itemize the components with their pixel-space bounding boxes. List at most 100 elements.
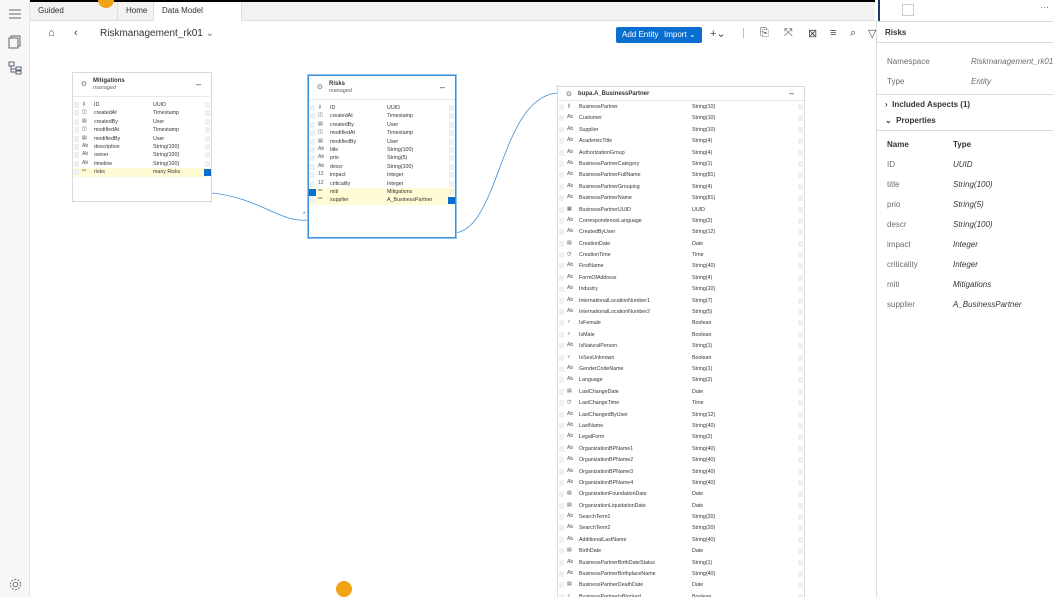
- attribute-row[interactable]: ⚯ risks many Risks: [73, 168, 211, 177]
- attribute-row[interactable]: Ab BusinessPartnerName String(81): [558, 194, 804, 205]
- property-name[interactable]: title: [887, 180, 899, 189]
- attribute-row[interactable]: ▤ createdBy User: [309, 121, 455, 129]
- attribute-row[interactable]: Ab description String(100): [73, 143, 211, 151]
- layout-icon[interactable]: ⊠: [808, 27, 817, 40]
- property-name[interactable]: descr: [887, 220, 907, 229]
- attribute-row[interactable]: Ab AdditionalLastName String(40): [558, 536, 804, 547]
- property-name[interactable]: ID: [887, 160, 895, 169]
- settings-gear-icon[interactable]: [5, 574, 25, 594]
- panel-icon[interactable]: [902, 4, 914, 16]
- list-icon[interactable]: ≡: [830, 27, 836, 39]
- attribute-row[interactable]: ▤ modifiedBy User: [73, 135, 211, 143]
- attribute-row[interactable]: ▤ OrganizationLiquidationDate Date: [558, 502, 804, 513]
- attribute-row[interactable]: Ab OrganizationBPName3 String(40): [558, 468, 804, 479]
- property-name[interactable]: impact: [887, 240, 911, 249]
- attribute-row[interactable]: Ab AuthorizationGroup String(4): [558, 149, 804, 160]
- attribute-row[interactable]: Ab SearchTerm1 String(20): [558, 513, 804, 524]
- attribute-row[interactable]: ▤ CreationDate Date: [558, 240, 804, 251]
- attribute-row[interactable]: Ab SearchTerm2 String(20): [558, 524, 804, 535]
- attribute-row[interactable]: ⚷ BusinessPartner String(10): [558, 103, 804, 114]
- attribute-row[interactable]: ✓ IsSexUnknown Boolean: [558, 354, 804, 365]
- property-name[interactable]: supplier: [887, 300, 915, 309]
- entity-mitigations[interactable]: ⊙ Mitigations managed – ⚷ ID UUID ◫ createdA…: [72, 72, 212, 202]
- collapse-button[interactable]: –: [789, 88, 794, 98]
- attribute-row[interactable]: Ab LastName String(40): [558, 422, 804, 433]
- attribute-row[interactable]: Ab AcademicTitle String(4): [558, 137, 804, 148]
- breadcrumb[interactable]: Riskmanagement_rk01 ⌄: [100, 28, 214, 39]
- attribute-row[interactable]: Ab BusinessPartnerGrouping String(4): [558, 183, 804, 194]
- attribute-row[interactable]: 12 criticality Integer: [309, 180, 455, 188]
- attribute-row[interactable]: Ab InternationalLocationNumber1 String(7): [558, 297, 804, 308]
- attribute-row[interactable]: Ab Supplier String(10): [558, 126, 804, 137]
- attribute-row[interactable]: Ab BusinessPartnerBirthDateStatus String(1…: [558, 559, 804, 570]
- attribute-row[interactable]: Ab FormOfAddress String(4): [558, 274, 804, 285]
- copy-icon[interactable]: ⎘: [760, 27, 769, 40]
- attribute-row[interactable]: ▤ LastChangeDate Date: [558, 388, 804, 399]
- attribute-row[interactable]: ▦ BusinessPartnerUUID UUID: [558, 206, 804, 217]
- import-button[interactable]: Import ⌄: [658, 27, 702, 43]
- association-port[interactable]: [448, 196, 455, 204]
- attribute-row[interactable]: Ab InternationalLocationNumber2 String(5): [558, 308, 804, 319]
- attribute-row[interactable]: ▤ BusinessPartnerDeathDate Date: [558, 581, 804, 592]
- attribute-row[interactable]: 12 impact Integer: [309, 171, 455, 179]
- attribute-row[interactable]: Ab LastChangedByUser String(12): [558, 411, 804, 422]
- property-name[interactable]: criticality: [887, 260, 918, 269]
- attribute-row[interactable]: Ab Customer String(10): [558, 114, 804, 125]
- attribute-row[interactable]: ▤ modifiedBy User: [309, 138, 455, 146]
- tab-data-model-editor[interactable]: Data Model Editor×: [154, 2, 242, 34]
- entity-bupa-a-businesspartner[interactable]: ⊙ bupa.A_BusinessPartner – ⚷ BusinessPart…: [557, 86, 805, 597]
- attribute-row[interactable]: Ab CorrespondenceLanguage String(2): [558, 217, 804, 228]
- collapse-button[interactable]: –: [440, 82, 445, 92]
- attribute-row[interactable]: ◷ LastChangeTime Time: [558, 399, 804, 410]
- collapse-button[interactable]: –: [196, 79, 201, 89]
- attribute-row[interactable]: ▤ createdBy User: [73, 118, 211, 126]
- home-icon[interactable]: ⌂: [48, 27, 55, 39]
- attribute-row[interactable]: ✓ IsFemale Boolean: [558, 319, 804, 330]
- explorer-icon[interactable]: [5, 32, 25, 52]
- attribute-row[interactable]: ◫ createdAt Timestamp: [73, 109, 211, 117]
- attribute-row[interactable]: Ab CreatedByUser String(12): [558, 228, 804, 239]
- attribute-row[interactable]: ⚷ ID UUID: [309, 104, 455, 112]
- attribute-row[interactable]: Ab title String(100): [309, 146, 455, 154]
- attribute-row[interactable]: ⚯ miti Mitigations: [309, 187, 455, 197]
- included-aspects-toggle[interactable]: › Included Aspects (1): [885, 100, 970, 109]
- properties-toggle[interactable]: ⌄ Properties: [885, 116, 936, 125]
- attribute-row[interactable]: ✓ IsMale Boolean: [558, 331, 804, 342]
- entity-risks[interactable]: ⊙ Risks managed – ⚷ ID UUID ◫ createdAt Times…: [308, 75, 456, 238]
- attribute-row[interactable]: Ab BusinessPartnerCategory String(1): [558, 160, 804, 171]
- property-name[interactable]: prio: [887, 200, 900, 209]
- model-canvas[interactable]: 1 * 1 ⊙ Mitigations managed – ⚷IDUUID◫cr…: [30, 48, 875, 597]
- attribute-row[interactable]: Ab BusinessPartnerBirthplaceName String(40…: [558, 570, 804, 581]
- attribute-row[interactable]: Ab FirstName String(40): [558, 262, 804, 273]
- attribute-row[interactable]: ◫ modifiedAt Timestamp: [73, 126, 211, 134]
- attribute-row[interactable]: Ab Industry String(10): [558, 285, 804, 296]
- more-icon[interactable]: ···: [1040, 2, 1049, 12]
- attribute-row[interactable]: Ab descr String(100): [309, 163, 455, 171]
- attribute-row[interactable]: ✓ BusinessPartnerIsBlocked Boolean: [558, 593, 804, 597]
- attribute-row[interactable]: ◫ createdAt Timestamp: [309, 112, 455, 120]
- attribute-row[interactable]: ▤ OrganizationFoundationDate Date: [558, 490, 804, 501]
- attribute-row[interactable]: Ab IsNaturalPerson String(1): [558, 342, 804, 353]
- attribute-row[interactable]: Ab GenderCodeName String(1): [558, 365, 804, 376]
- attribute-row[interactable]: ⚯ supplier A_BusinessPartner: [309, 196, 455, 205]
- attribute-row[interactable]: ▤ BirthDate Date: [558, 547, 804, 558]
- attribute-row[interactable]: ◫ modifiedAt Timestamp: [309, 129, 455, 137]
- back-chevron-icon[interactable]: ‹: [74, 27, 78, 39]
- property-name[interactable]: miti: [887, 280, 899, 289]
- attribute-row[interactable]: Ab prio String(5): [309, 154, 455, 162]
- shrink-icon[interactable]: ⤧: [784, 27, 793, 40]
- association-port[interactable]: [204, 168, 211, 176]
- attribute-row[interactable]: Ab OrganizationBPName2 String(40): [558, 456, 804, 467]
- attribute-row[interactable]: Ab OrganizationBPName4 String(40): [558, 479, 804, 490]
- menu-icon[interactable]: [5, 4, 25, 24]
- association-port[interactable]: [309, 188, 316, 196]
- tree-icon[interactable]: [5, 58, 25, 78]
- attribute-row[interactable]: Ab Language String(2): [558, 376, 804, 387]
- attribute-row[interactable]: Ab timeline String(100): [73, 160, 211, 168]
- attribute-row[interactable]: Ab BusinessPartnerFullName String(81): [558, 171, 804, 182]
- add-icon[interactable]: +⌄: [710, 27, 726, 40]
- attribute-row[interactable]: ⚷ ID UUID: [73, 101, 211, 109]
- attribute-row[interactable]: Ab OrganizationBPName1 String(40): [558, 445, 804, 456]
- search-icon[interactable]: ⌕: [850, 27, 856, 40]
- tab-home[interactable]: Home: [118, 2, 154, 21]
